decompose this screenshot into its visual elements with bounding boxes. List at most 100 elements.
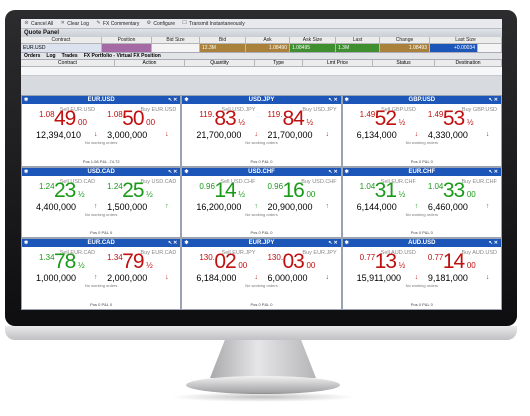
fx-tile: ✱ EUR.JPY ↖✕ Sell EUR.JPY 130. 02 00 6,184,000 ↓… xyxy=(182,239,341,309)
price-pips: 49 xyxy=(54,107,76,130)
sell-button[interactable]: Sell USD.CHF 0.96 14 ½ 16,200,000 ↑ xyxy=(182,178,261,212)
sell-button[interactable]: Sell EUR.JPY 130. 02 00 6,184,000 ↓ xyxy=(182,250,261,283)
monitor-stand-neck xyxy=(210,340,316,378)
tab-1[interactable]: Log xyxy=(46,53,55,59)
buy-button[interactable]: Buy EUR.JPY 130. 03 00 6,000,000 ↓ xyxy=(261,250,340,283)
price-prefix: 119. xyxy=(267,110,283,119)
quote-bid[interactable]: 1.08490 xyxy=(246,44,290,52)
sell-button[interactable]: Sell EUR.CAD 1.34 78 ½ 1,000,000 ↑ xyxy=(22,250,101,284)
buy-label: Buy EUR.CAD xyxy=(140,250,177,257)
tile-tools-icon[interactable]: ↖✕ xyxy=(489,96,499,104)
sell-button[interactable]: Sell GBP.USD 1.49 52 ½ 6,134,000 ↓ xyxy=(343,107,422,140)
buy-size: 1,500,000 xyxy=(107,201,148,212)
sell-button[interactable]: Sell USD.JPY 119. 83 ½ 21,700,000 ↓ xyxy=(182,107,261,140)
pin-icon[interactable]: ✱ xyxy=(184,96,188,104)
buy-size: 20,900,000 xyxy=(267,201,313,212)
buy-button[interactable]: Buy AUD.USD 0.77 14 00 9,181,000 ↓ xyxy=(422,250,501,283)
pin-icon[interactable]: ✱ xyxy=(345,168,349,176)
tile-tools-icon[interactable]: ↖✕ xyxy=(489,168,499,176)
price-fraction: 00 xyxy=(146,118,156,127)
arrow-down-icon: ↓ xyxy=(325,131,329,138)
price-prefix: 1.24 xyxy=(107,181,123,191)
fx-tile: ✱ EUR.USD ↖✕ Sell EUR.USD 1.08 49 00 12,394,010… xyxy=(22,96,181,166)
sell-size: 1,000,000 xyxy=(36,273,77,284)
toolbar-button-0[interactable]: ⊘ Cancel All xyxy=(24,21,53,27)
tile-header: ✱ EUR.USD ↖✕ xyxy=(22,96,181,104)
pin-icon[interactable]: ✱ xyxy=(24,239,28,247)
tile-pair: EUR.CAD xyxy=(87,240,115,247)
quote-column-header: Contract xyxy=(21,37,102,43)
tile-tools-icon[interactable]: ↖✕ xyxy=(168,96,178,104)
tile-tools-icon[interactable]: ↖✕ xyxy=(168,239,178,247)
tile-tools-icon[interactable]: ↖✕ xyxy=(168,168,178,176)
price-pips: 13 xyxy=(374,250,397,274)
quote-column-header: Ask Size xyxy=(290,37,336,43)
buy-label: Buy USD.CAD xyxy=(140,178,177,185)
trading-screen: ⊘ Cancel All ✕ Clear Log ✎ FX Commentary ⚙ Conf… xyxy=(21,19,502,310)
arrow-down-icon: ↓ xyxy=(94,131,98,138)
toolbar-button-2[interactable]: ✎ FX Commentary xyxy=(96,21,139,27)
pin-icon[interactable]: ✱ xyxy=(184,168,188,176)
price-pips: 03 xyxy=(282,250,304,274)
working-orders-status: No working orders xyxy=(84,283,118,289)
toolbar-button-label: Clear Log xyxy=(67,20,89,27)
sell-button[interactable]: Sell EUR.USD 1.08 49 00 12,394,010 ↓ xyxy=(22,107,101,140)
pin-icon[interactable]: ✱ xyxy=(24,96,28,104)
buy-size: 3,000,000 xyxy=(107,130,148,140)
buy-label: Buy GBP.USD xyxy=(461,107,497,113)
quote-row[interactable]: EUR.USD 12.3M 1.08490 1.08495 1.3M 1.084… xyxy=(21,44,502,52)
tab-2[interactable]: Trades xyxy=(62,53,78,59)
pin-icon[interactable]: ✱ xyxy=(24,168,28,176)
buy-label: Buy EUR.USD xyxy=(140,107,177,113)
buy-button[interactable]: Buy USD.JPY 119. 84 ½ 21,700,000 ↓ xyxy=(261,107,340,140)
tile-header: ✱ USD.CHF ↖✕ xyxy=(182,167,341,176)
quote-contract[interactable]: EUR.USD xyxy=(21,44,102,52)
position-summary: Pos 0 P&L 0 xyxy=(250,230,273,236)
sell-button[interactable]: Sell USD.CAD 1.24 23 ½ 4,400,000 ↑ xyxy=(22,179,101,212)
price-prefix: 1.49 xyxy=(427,110,444,119)
price-prefix: 1.34 xyxy=(107,253,123,263)
tile-tools-icon[interactable]: ↖✕ xyxy=(328,96,338,104)
tile-tools-icon[interactable]: ↖✕ xyxy=(328,168,338,176)
buy-button[interactable]: Buy USD.CHF 0.96 16 00 20,900,000 ↑ xyxy=(261,178,340,212)
tile-tools-icon[interactable]: ↖✕ xyxy=(489,239,499,247)
arrow-down-icon: ↓ xyxy=(165,274,169,282)
toolbar-button-1[interactable]: ✕ Clear Log xyxy=(60,21,89,27)
buy-label: Buy USD.JPY xyxy=(302,107,337,113)
arrow-down-icon: ↓ xyxy=(485,131,490,138)
toolbar: ⊘ Cancel All ✕ Clear Log ✎ FX Commentary ⚙ Conf… xyxy=(21,19,502,29)
quote-bid-size xyxy=(152,44,200,52)
price-prefix: 1.34 xyxy=(39,253,55,263)
buy-button[interactable]: Buy USD.CAD 1.24 25 ½ 1,500,000 ↑ xyxy=(101,178,180,212)
tile-pair: EUR.JPY xyxy=(248,240,275,247)
price-pips: 16 xyxy=(282,178,304,202)
buy-button[interactable]: Buy GBP.USD 1.49 53 ½ 4,330,000 ↓ xyxy=(422,107,501,140)
tab-0[interactable]: Orders xyxy=(24,53,40,59)
sell-button[interactable]: Sell AUD.USD 0.77 13 ½ 15,911,000 ↓ xyxy=(343,250,422,283)
tile-tools-icon[interactable]: ↖✕ xyxy=(328,239,338,247)
sell-button[interactable]: Sell EUR.CHF 1.04 31 ½ 6,144,000 ↑ xyxy=(343,179,422,212)
working-orders-status: No working orders xyxy=(405,140,439,145)
buy-button[interactable]: Buy EUR.CAD 1.34 79 ½ 2,000,000 ↓ xyxy=(101,250,180,283)
working-orders-status: No working orders xyxy=(84,211,118,217)
fx-tile: ✱ EUR.CHF ↖✕ Sell EUR.CHF 1.04 31 ½ 6,144,000 ↑ B… xyxy=(342,167,501,238)
orders-column-header: Action xyxy=(115,60,185,66)
fx-tile: ✱ USD.JPY ↖✕ Sell USD.JPY 119. 83 ½ 21,700,000 ↓… xyxy=(182,96,341,166)
toolbar-button-3[interactable]: ⚙ Configure xyxy=(146,21,175,27)
orders-column-header: Quantity xyxy=(185,60,255,66)
buy-label: Buy EUR.CHF xyxy=(461,178,497,185)
toolbar-button-label: FX Commentary xyxy=(102,20,140,27)
price-pips: 14 xyxy=(214,178,236,202)
arrow-down-icon: ↓ xyxy=(414,274,419,282)
buy-button[interactable]: Buy EUR.USD 1.08 50 00 3,000,000 ↓ xyxy=(101,107,180,140)
orders-list xyxy=(21,67,502,76)
pin-icon[interactable]: ✱ xyxy=(345,239,349,247)
pin-icon[interactable]: ✱ xyxy=(184,239,188,247)
tab-3[interactable]: FX Portfolio - Virtual FX Position xyxy=(84,53,161,59)
buy-button[interactable]: Buy EUR.CHF 1.04 33 00 6,460,000 ↑ xyxy=(422,178,501,212)
quote-ask[interactable]: 1.08495 xyxy=(290,44,336,52)
price-prefix: 130. xyxy=(199,253,215,263)
pin-icon[interactable]: ✱ xyxy=(345,96,349,104)
toolbar-button-4[interactable]: ☐ Transmit Instantaneously xyxy=(182,21,244,27)
cancel-icon: ⊘ xyxy=(24,20,29,26)
